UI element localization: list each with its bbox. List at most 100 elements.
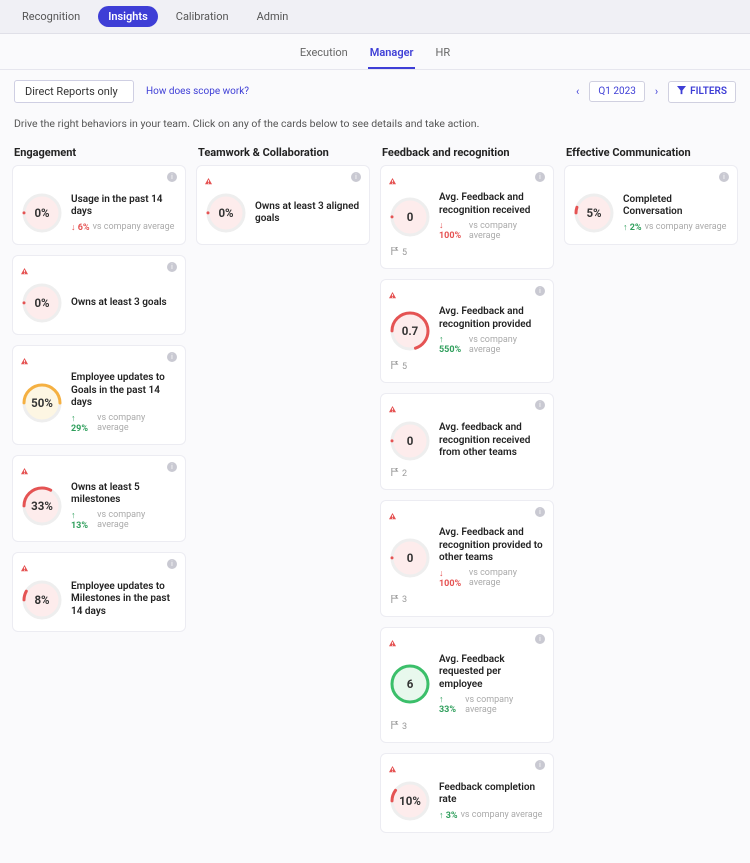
metric-ring: 0% [21, 282, 63, 324]
metric-title: Avg. feedback and recognition received f… [439, 422, 545, 460]
delta-arrow-icon: ↑ 550% [439, 334, 466, 355]
column-title: Teamwork & Collaboration [196, 142, 370, 165]
metric-value: 0 [389, 196, 431, 238]
card-body: 5%Completed Conversation↑ 2% vs company … [573, 192, 729, 234]
metric-title: Completed Conversation [623, 194, 729, 219]
info-icon: i [167, 462, 177, 472]
delta-vs: vs company average [465, 695, 545, 715]
metric-text: Avg. feedback and recognition received f… [439, 422, 545, 460]
delta-arrow-icon: ↑ 2% [623, 222, 642, 233]
column-1: Teamwork & Collaborationi 0%Owns at leas… [196, 142, 370, 255]
scope-help-link[interactable]: How does scope work? [146, 86, 249, 97]
scope-value: Direct Reports only [25, 85, 118, 98]
insight-columns: Engagementi 0%Usage in the past 14 days↓… [0, 142, 750, 863]
metric-card[interactable]: i 0.7Avg. Feedback and recognition provi… [380, 279, 554, 383]
filters-button[interactable]: FILTERS [668, 81, 736, 103]
info-icon: i [167, 172, 177, 182]
metric-card[interactable]: i 0%Owns at least 3 goals [12, 255, 186, 335]
topnav-item-recognition[interactable]: Recognition [12, 6, 90, 27]
card-body: 0Avg. feedback and recognition received … [389, 420, 545, 462]
flag-value: 5 [402, 362, 407, 372]
metric-ring: 0 [389, 537, 431, 579]
metric-text: Employee updates to Milestones in the pa… [71, 581, 177, 619]
metric-card[interactable]: i 33%Owns at least 5 milestones↑ 13% vs … [12, 455, 186, 542]
subtab-execution[interactable]: Execution [298, 42, 350, 69]
metric-delta: ↑ 550% vs company average [439, 334, 545, 355]
card-body: 0Avg. Feedback and recognition provided … [389, 527, 545, 589]
metric-delta: ↑ 3% vs company average [439, 810, 545, 821]
top-nav: Recognition Insights Calibration Admin [0, 0, 750, 34]
topnav-item-admin[interactable]: Admin [247, 6, 299, 27]
column-0: Engagementi 0%Usage in the past 14 days↓… [12, 142, 186, 642]
column-title: Feedback and recognition [380, 142, 554, 165]
metric-ring: 0% [205, 192, 247, 234]
delta-vs: vs company average [93, 222, 175, 232]
metric-title: Employee updates to Goals in the past 14… [71, 372, 177, 410]
metric-delta: ↑ 29% vs company average [71, 413, 177, 434]
card-body: 8%Employee updates to Milestones in the … [21, 579, 177, 621]
period-prev[interactable]: ‹ [572, 83, 583, 100]
metric-delta: ↓ 6% vs company average [71, 222, 177, 233]
metric-card[interactable]: i 50%Employee updates to Goals in the pa… [12, 345, 186, 445]
metric-title: Avg. Feedback and recognition provided [439, 306, 545, 331]
metric-ring: 0% [21, 192, 63, 234]
period-next[interactable]: › [651, 83, 662, 100]
metric-card[interactable]: i 8%Employee updates to Milestones in th… [12, 552, 186, 632]
delta-vs: vs company average [469, 568, 545, 588]
metric-value: 5% [573, 192, 615, 234]
info-icon: i [167, 262, 177, 272]
metric-card[interactable]: i 10%Feedback completion rate↑ 3% vs com… [380, 753, 554, 833]
warning-icon [21, 561, 28, 568]
metric-card[interactable]: i 0%Usage in the past 14 days↓ 6% vs com… [12, 165, 186, 245]
metric-card[interactable]: i 0Avg. feedback and recognition receive… [380, 393, 554, 490]
topnav-item-insights[interactable]: Insights [98, 6, 158, 27]
metric-card[interactable]: i 0Avg. Feedback and recognition provide… [380, 500, 554, 617]
metric-ring: 10% [389, 780, 431, 822]
card-body: 0Avg. Feedback and recognition received↓… [389, 192, 545, 241]
metric-ring: 0 [389, 420, 431, 462]
metric-card[interactable]: i 5%Completed Conversation↑ 2% vs compan… [564, 165, 738, 245]
warning-icon [21, 178, 28, 185]
subtab-manager[interactable]: Manager [368, 42, 416, 69]
sub-tabs: Execution Manager HR [0, 34, 750, 70]
intro-text: Drive the right behaviors in your team. … [0, 113, 750, 142]
subtab-hr[interactable]: HR [433, 42, 452, 69]
metric-text: Completed Conversation↑ 2% vs company av… [623, 194, 729, 233]
warning-icon [21, 354, 28, 361]
metric-text: Avg. Feedback requested per employee↑ 33… [439, 654, 545, 716]
metric-title: Employee updates to Milestones in the pa… [71, 581, 177, 619]
card-body: 0%Usage in the past 14 days↓ 6% vs compa… [21, 192, 177, 234]
metric-text: Owns at least 5 milestones↑ 13% vs compa… [71, 482, 177, 531]
warning-icon [573, 178, 580, 185]
metric-card[interactable]: i 0%Owns at least 3 aligned goals [196, 165, 370, 245]
metric-value: 0 [389, 537, 431, 579]
scope-select[interactable]: Direct Reports only [14, 80, 134, 103]
flag-icon [391, 595, 399, 606]
flag-value: 3 [402, 722, 407, 732]
metric-value: 10% [389, 780, 431, 822]
flag-count: 3 [391, 595, 545, 606]
metric-text: Avg. Feedback and recognition received↓ … [439, 192, 545, 241]
metric-text: Avg. Feedback and recognition provided ↑ … [439, 306, 545, 355]
metric-delta: ↑ 13% vs company average [71, 510, 177, 531]
flag-count: 3 [391, 721, 545, 732]
topnav-item-calibration[interactable]: Calibration [166, 6, 239, 27]
info-icon: i [535, 507, 545, 517]
delta-arrow-icon: ↑ 33% [439, 694, 462, 715]
flag-value: 2 [402, 469, 407, 479]
card-body: 0.7Avg. Feedback and recognition provide… [389, 306, 545, 355]
metric-card[interactable]: i 0Avg. Feedback and recognition receive… [380, 165, 554, 269]
period-button[interactable]: Q1 2023 [589, 81, 644, 102]
delta-arrow-icon: ↓ 6% [71, 222, 90, 233]
metric-card[interactable]: i 6Avg. Feedback requested per employee↑… [380, 627, 554, 744]
delta-arrow-icon: ↑ 3% [439, 810, 458, 821]
metric-text: Avg. Feedback and recognition provided t… [439, 527, 545, 589]
metric-ring: 6 [389, 663, 431, 705]
metric-delta: ↓ 100% vs company average [439, 568, 545, 589]
flag-count: 2 [391, 468, 545, 479]
card-body: 6Avg. Feedback requested per employee↑ 3… [389, 654, 545, 716]
warning-icon [205, 174, 212, 181]
info-icon: i [719, 172, 729, 182]
delta-arrow-icon: ↑ 29% [71, 413, 94, 434]
card-body: 50%Employee updates to Goals in the past… [21, 372, 177, 434]
